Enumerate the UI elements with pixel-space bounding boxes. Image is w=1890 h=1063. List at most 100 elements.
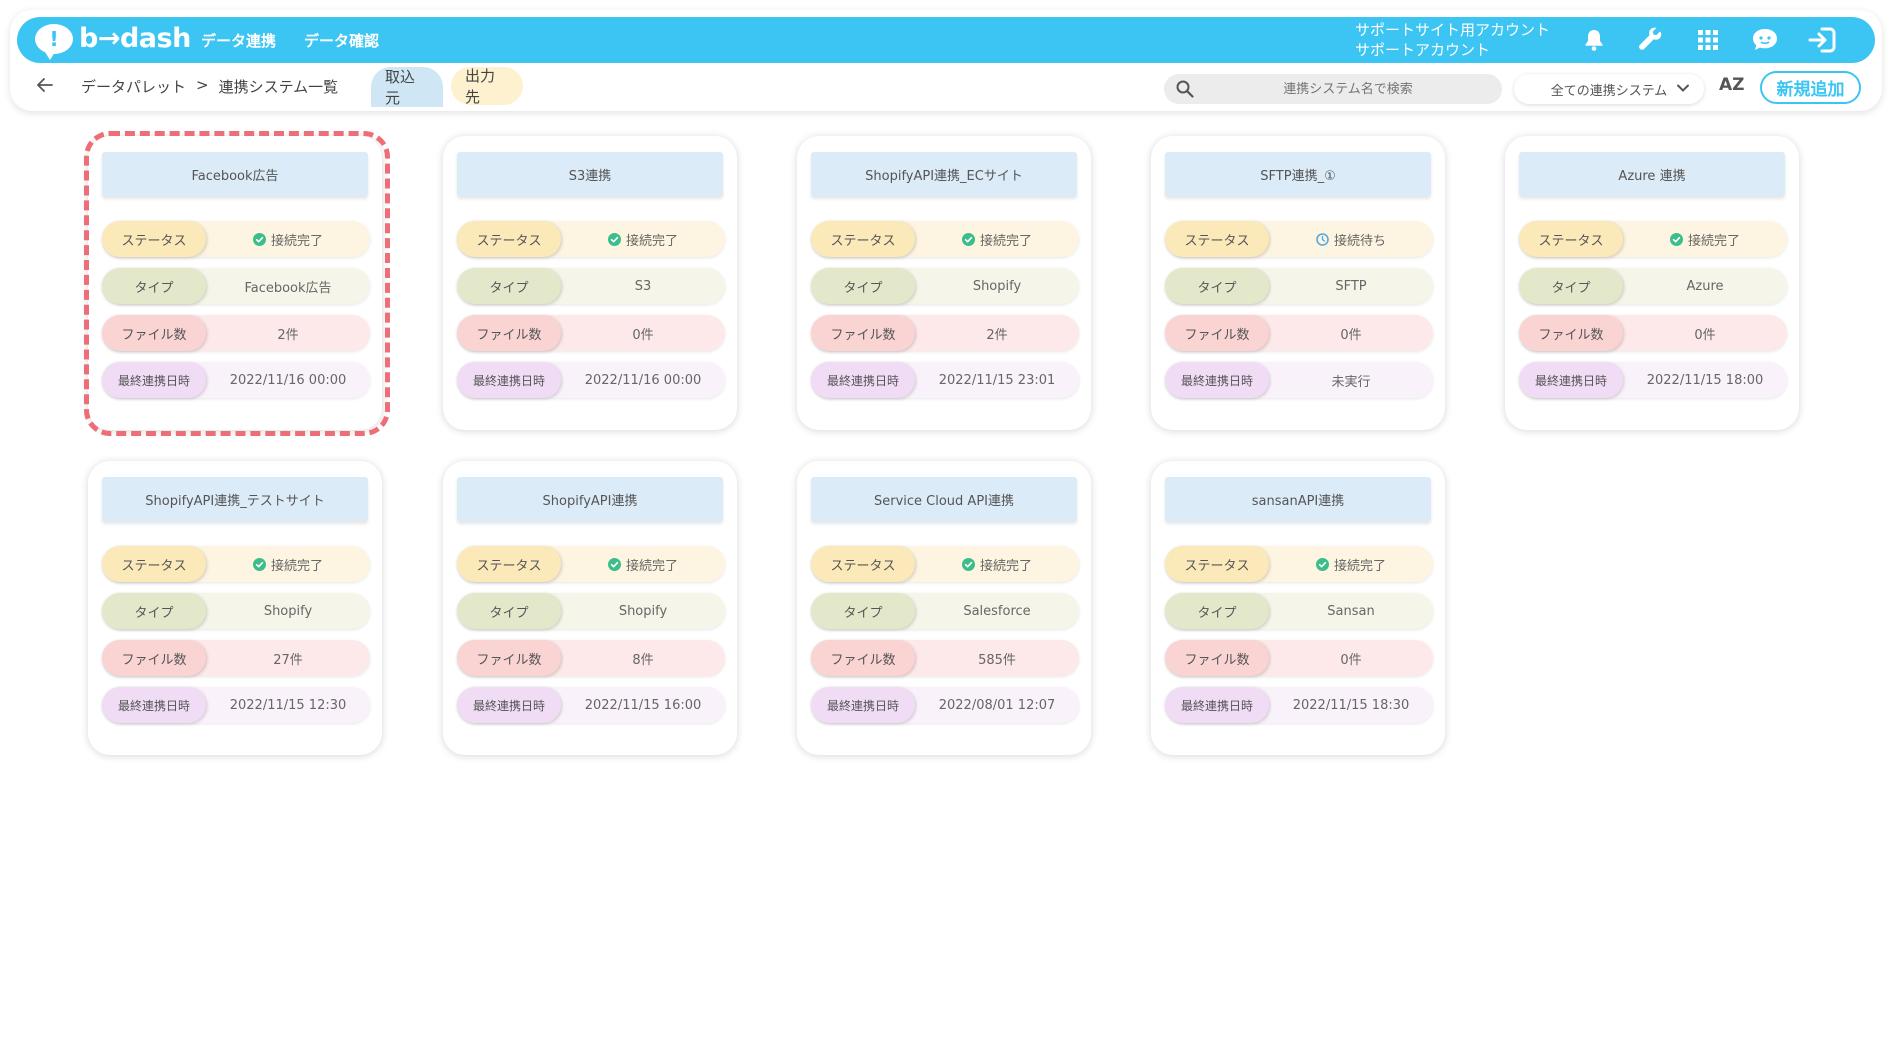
type-label: タイプ — [457, 268, 561, 304]
sub-toolbar: データパレット > 連携システム一覧 取込元 出力先 全ての連携システム AZ … — [17, 67, 1875, 107]
last-sync-row: 最終連携日時 2022/11/15 18:30 — [1165, 687, 1433, 723]
wrench-icon[interactable] — [1636, 25, 1666, 55]
back-arrow-icon[interactable] — [37, 73, 53, 97]
last-sync-value: 2022/08/01 12:07 — [938, 697, 1056, 713]
type-label: タイプ — [457, 593, 561, 629]
file-count-row: ファイル数 0件 — [1165, 640, 1433, 676]
file-count-row: ファイル数 0件 — [457, 315, 725, 351]
type-row: タイプ S3 — [457, 268, 725, 304]
type-value: Salesforce — [963, 603, 1031, 619]
file-count-row: ファイル数 8件 — [457, 640, 725, 676]
check-circle-icon — [252, 232, 266, 246]
status-label: ステータス — [1165, 221, 1269, 257]
last-sync-label: 最終連携日時 — [1165, 362, 1269, 398]
type-label: タイプ — [811, 268, 915, 304]
check-circle-icon — [607, 557, 621, 571]
type-row: タイプ Salesforce — [811, 593, 1079, 629]
logout-icon[interactable] — [1807, 25, 1837, 55]
bell-icon[interactable] — [1579, 25, 1609, 55]
breadcrumb-root[interactable]: データパレット — [81, 76, 186, 97]
file-count-label: ファイル数 — [102, 315, 206, 351]
card-title: SFTP連携_① — [1165, 152, 1431, 196]
last-sync-row: 最終連携日時 2022/11/15 18:00 — [1519, 362, 1787, 398]
tab-import-source[interactable]: 取込元 — [371, 67, 443, 107]
status-text: 接続完了 — [625, 558, 678, 574]
logo-bubble-icon: ! — [35, 23, 73, 60]
check-circle-icon — [607, 232, 621, 246]
grid-icon[interactable] — [1693, 25, 1723, 55]
status-label: ステータス — [457, 546, 561, 582]
integration-card[interactable]: ShopifyAPI連携_ECサイト ステータス 接続完了 タイプ Shopif… — [797, 136, 1091, 430]
system-filter-select[interactable]: 全ての連携システム — [1514, 74, 1704, 104]
type-row: タイプ Shopify — [457, 593, 725, 629]
status-text: 接続完了 — [270, 558, 323, 574]
last-sync-row: 最終連携日時 2022/11/16 00:00 — [457, 362, 725, 398]
type-value: Facebook広告 — [244, 280, 332, 296]
status-text: 接続完了 — [270, 233, 323, 249]
status-label: ステータス — [102, 221, 206, 257]
type-row: タイプ Facebook広告 — [102, 268, 370, 304]
sort-az-button[interactable]: AZ — [1719, 75, 1744, 95]
search-icon — [1176, 80, 1194, 98]
type-label: タイプ — [102, 268, 206, 304]
status-value: 接続完了 — [561, 230, 725, 249]
tab-export-destination[interactable]: 出力先 — [451, 67, 523, 106]
last-sync-label: 最終連携日時 — [811, 362, 915, 398]
status-text: 接続完了 — [1687, 233, 1740, 249]
file-count-label: ファイル数 — [811, 315, 915, 351]
nav-data-integration[interactable]: データ連携 — [201, 30, 276, 51]
type-label: タイプ — [1519, 268, 1623, 304]
last-sync-label: 最終連携日時 — [811, 687, 915, 723]
last-sync-value: 2022/11/15 12:30 — [229, 697, 347, 713]
file-count-value: 2件 — [986, 327, 1008, 343]
status-value: 接続待ち — [1269, 230, 1433, 249]
add-new-button[interactable]: 新規追加 — [1760, 71, 1861, 104]
integration-card[interactable]: Facebook広告 ステータス 接続完了 タイプ Facebook広告 ファイ… — [88, 136, 382, 430]
integration-card[interactable]: SFTP連携_① ステータス 接続待ち タイプ SFTP ファイル数 0件 最終… — [1151, 136, 1445, 430]
file-count-value: 0件 — [1340, 652, 1362, 668]
account-name: サポートサイト用アカウント — [1355, 21, 1551, 39]
check-circle-icon — [252, 557, 266, 571]
clock-icon — [1316, 232, 1329, 246]
integration-card[interactable]: ShopifyAPI連携_テストサイト ステータス 接続完了 タイプ Shopi… — [88, 461, 382, 755]
last-sync-value: 2022/11/15 23:01 — [938, 372, 1056, 388]
system-filter-value: 全ての連携システム — [1550, 83, 1668, 99]
logo[interactable]: ! b→dash — [35, 23, 191, 60]
type-value: S3 — [634, 278, 652, 294]
integration-card[interactable]: S3連携 ステータス 接続完了 タイプ S3 ファイル数 0件 最終連携日時 2… — [443, 136, 737, 430]
status-value: 接続完了 — [915, 555, 1079, 574]
nav-data-check[interactable]: データ確認 — [304, 30, 379, 51]
type-row: タイプ Shopify — [102, 593, 370, 629]
search-input[interactable] — [1194, 81, 1502, 97]
type-row: タイプ Sansan — [1165, 593, 1433, 629]
file-count-value: 0件 — [632, 327, 654, 343]
search-box — [1164, 74, 1502, 104]
last-sync-row: 最終連携日時 2022/11/15 12:30 — [102, 687, 370, 723]
main-nav: データ連携 データ確認 — [201, 30, 379, 51]
integration-card[interactable]: Azure 連携 ステータス 接続完了 タイプ Azure ファイル数 0件 最… — [1505, 136, 1799, 430]
status-row: ステータス 接続完了 — [457, 221, 725, 257]
integration-card[interactable]: ShopifyAPI連携 ステータス 接続完了 タイプ Shopify ファイル… — [443, 461, 737, 755]
support-chat-icon[interactable] — [1750, 25, 1780, 55]
file-count-value: 2件 — [277, 327, 299, 343]
breadcrumb-separator: > — [196, 76, 209, 94]
status-text: 接続待ち — [1333, 233, 1386, 249]
last-sync-label: 最終連携日時 — [1165, 687, 1269, 723]
file-count-label: ファイル数 — [102, 640, 206, 676]
last-sync-value: 未実行 — [1331, 374, 1371, 390]
integration-card[interactable]: Service Cloud API連携 ステータス 接続完了 タイプ Sales… — [797, 461, 1091, 755]
file-count-row: ファイル数 0件 — [1165, 315, 1433, 351]
status-label: ステータス — [102, 546, 206, 582]
file-count-row: ファイル数 585件 — [811, 640, 1079, 676]
status-value: 接続完了 — [915, 230, 1079, 249]
last-sync-value: 2022/11/15 16:00 — [584, 697, 702, 713]
status-label: ステータス — [457, 221, 561, 257]
status-text: 接続完了 — [625, 233, 678, 249]
integration-card[interactable]: sansanAPI連携 ステータス 接続完了 タイプ Sansan ファイル数 … — [1151, 461, 1445, 755]
type-label: タイプ — [102, 593, 206, 629]
account-info[interactable]: サポートサイト用アカウント サポートアカウント — [1355, 20, 1550, 60]
status-row: ステータス 接続完了 — [811, 546, 1079, 582]
status-label: ステータス — [811, 546, 915, 582]
file-count-label: ファイル数 — [811, 640, 915, 676]
account-role: サポートアカウント — [1355, 41, 1491, 59]
